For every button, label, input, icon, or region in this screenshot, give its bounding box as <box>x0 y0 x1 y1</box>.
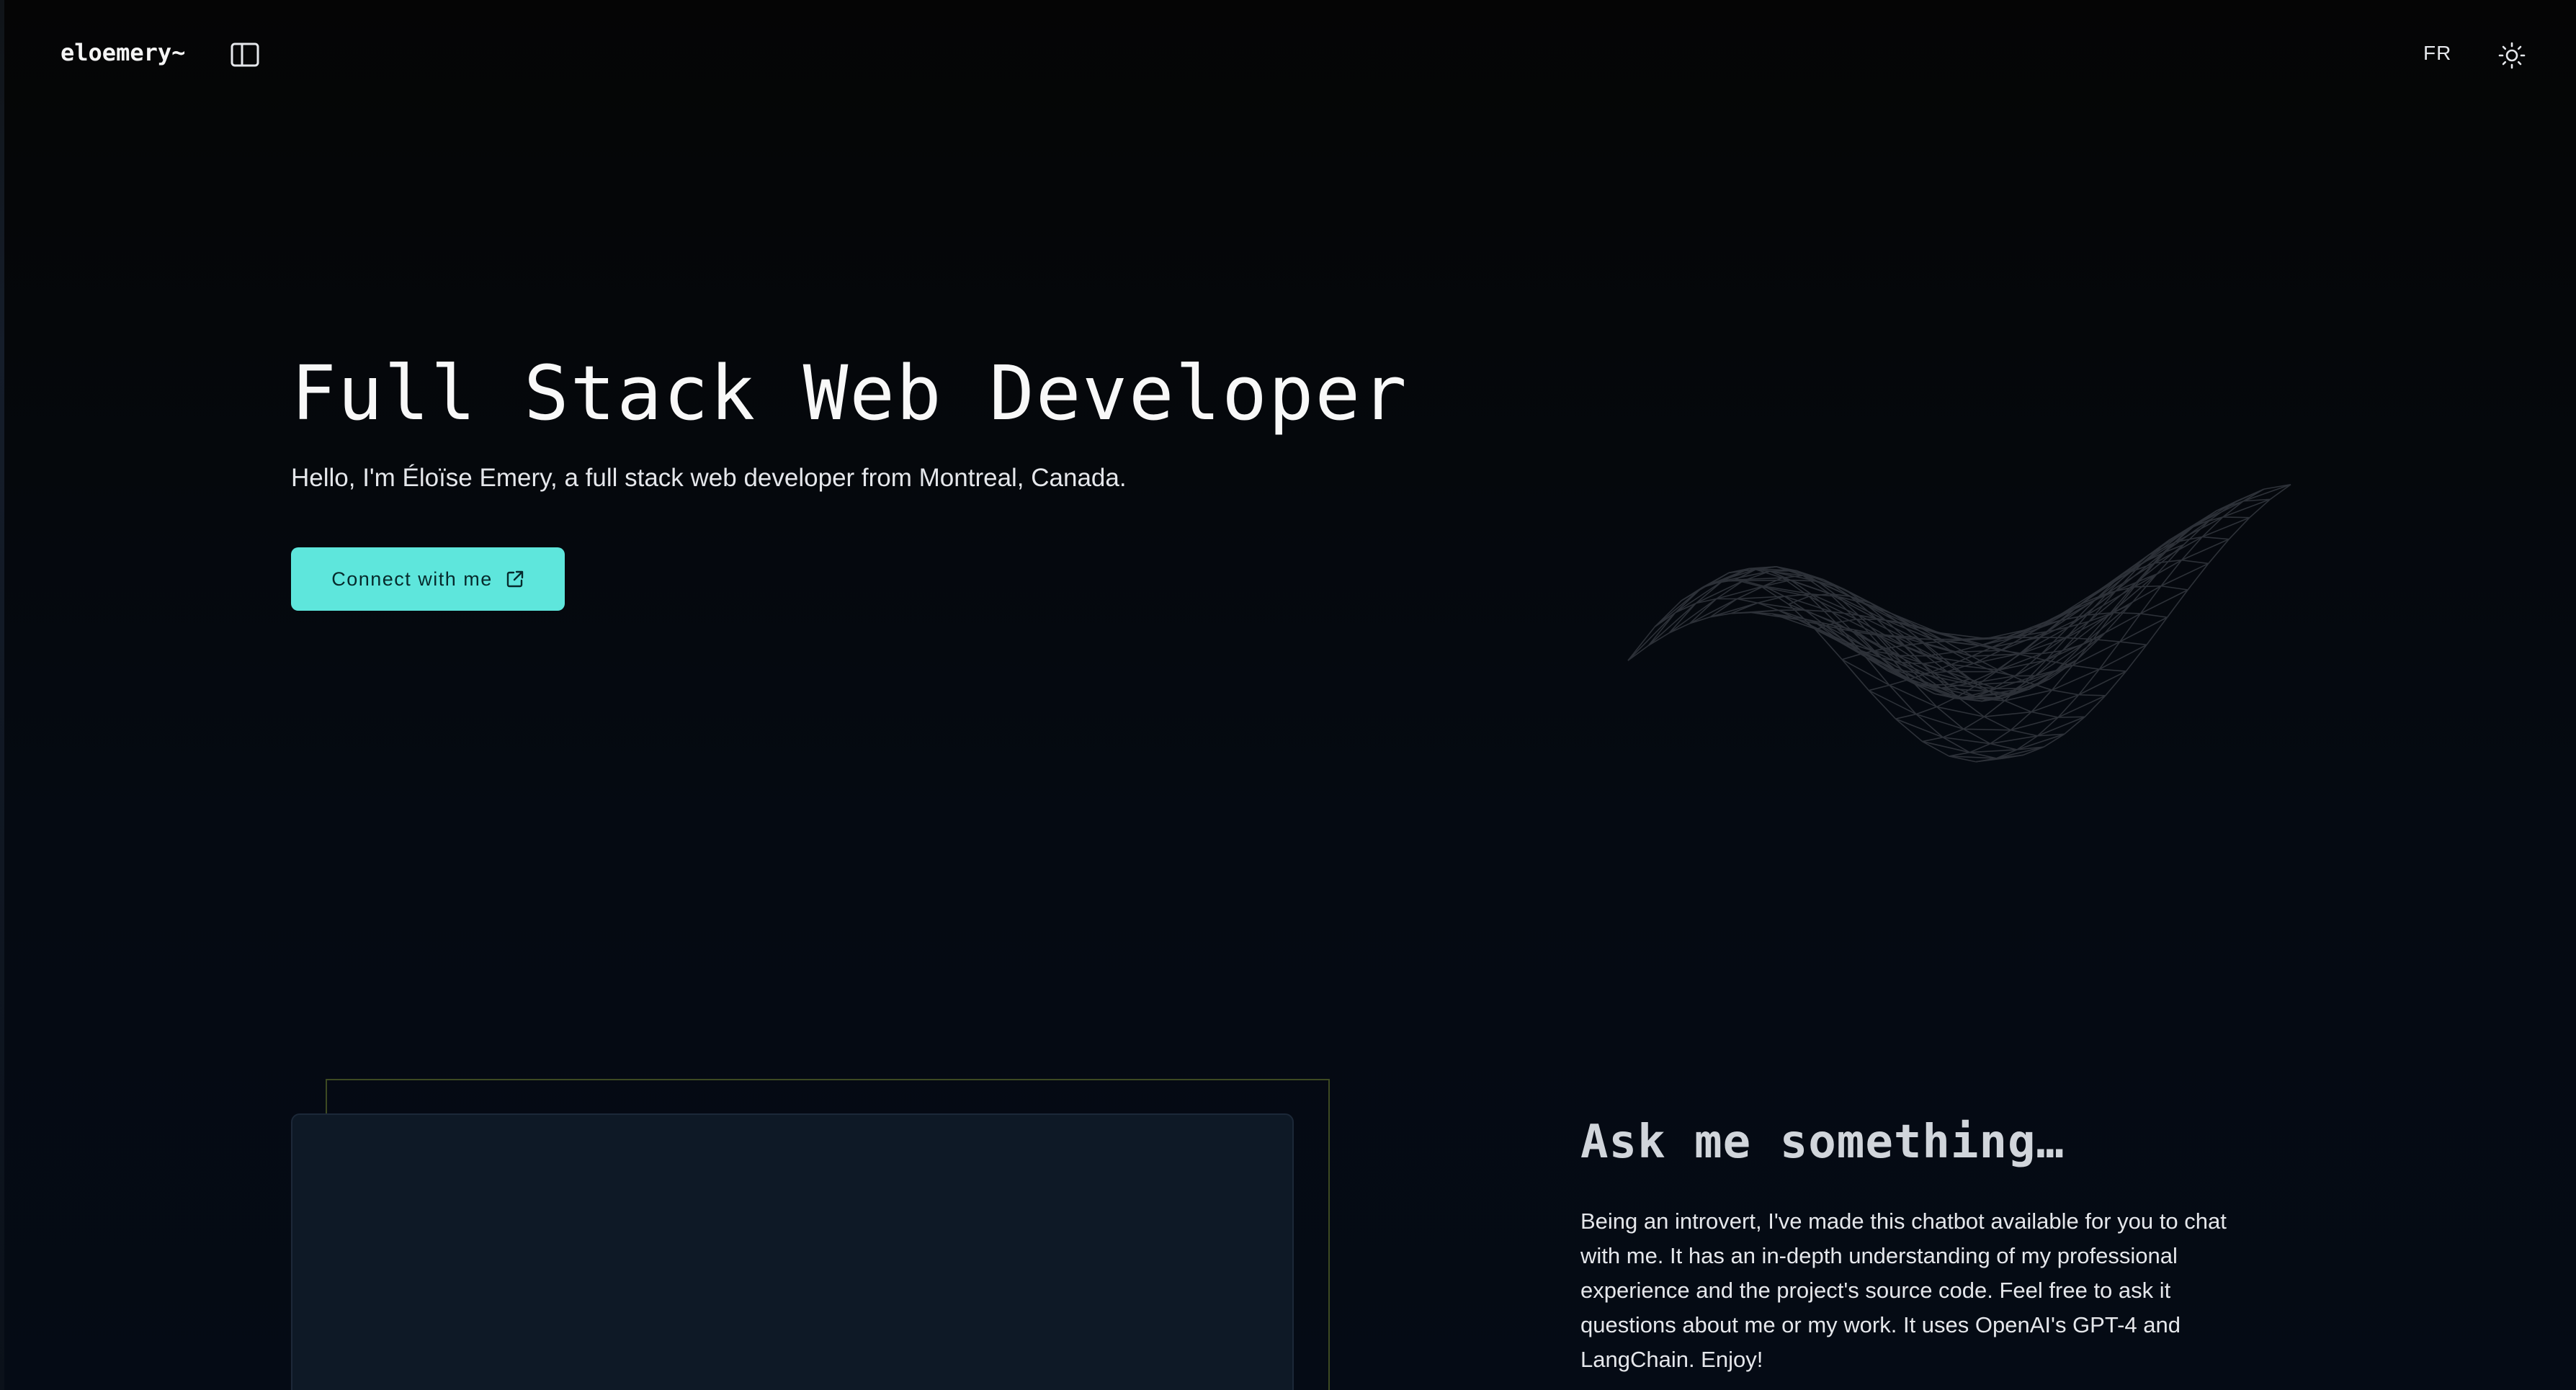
connect-button[interactable]: Connect with me <box>291 547 565 611</box>
sidebar-toggle-button[interactable] <box>228 40 262 69</box>
site-logo[interactable]: eloemery~ <box>61 39 185 66</box>
theme-toggle-button[interactable] <box>2495 39 2528 72</box>
chat-panel[interactable] <box>291 1113 1294 1390</box>
site-header: eloemery~ FR <box>0 0 2576 108</box>
page: eloemery~ FR Full Stack Web Developer He… <box>0 0 2576 1390</box>
sidebar-panel-icon <box>231 42 259 67</box>
connect-button-label: Connect with me <box>331 568 493 590</box>
hero-title: Full Stack Web Developer <box>291 349 1408 437</box>
wireframe-mesh-graphic <box>1627 483 2291 763</box>
chatbot-heading: Ask me something… <box>1580 1116 2065 1169</box>
hero-subtitle: Hello, I'm Éloïse Emery, a full stack we… <box>291 464 1127 492</box>
external-link-icon <box>506 570 523 588</box>
chatbot-description: Being an introvert, I've made this chatb… <box>1580 1209 2227 1372</box>
language-toggle[interactable]: FR <box>2423 42 2451 65</box>
left-edge-strip <box>0 0 4 1390</box>
sun-icon <box>2498 42 2526 69</box>
